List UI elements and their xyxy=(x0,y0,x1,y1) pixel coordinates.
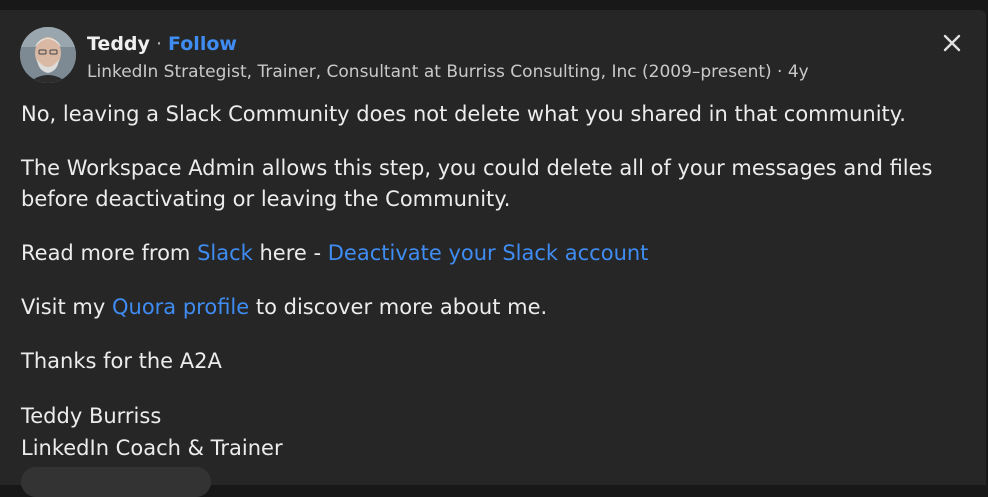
paragraph-3-middle: here - xyxy=(252,241,328,265)
paragraph-4-prefix: Visit my xyxy=(21,295,112,319)
signature: Teddy Burriss LinkedIn Coach & Trainer xyxy=(21,400,971,464)
answer-paragraph-4: Visit my Quora profile to discover more … xyxy=(21,292,971,323)
author-credential[interactable]: LinkedIn Strategist, Trainer, Consultant… xyxy=(87,61,809,83)
author-name-row: Teddy · Follow xyxy=(87,32,237,56)
signature-name: Teddy Burriss xyxy=(21,404,162,428)
paragraph-4-suffix: to discover more about me. xyxy=(249,295,548,319)
answer-card: Teddy · Follow LinkedIn Strategist, Trai… xyxy=(0,10,986,497)
answer-paragraph-5: Thanks for the A2A xyxy=(21,349,222,373)
close-icon xyxy=(943,34,961,52)
answer-paragraph-3: Read more from Slack here - Deactivate y… xyxy=(21,238,971,269)
answer-content: No, leaving a Slack Community does not d… xyxy=(21,99,971,464)
avatar-photo xyxy=(20,27,76,83)
follow-button[interactable]: Follow xyxy=(168,33,237,55)
close-button[interactable] xyxy=(940,31,964,55)
slack-link[interactable]: Slack xyxy=(197,241,253,265)
author-name[interactable]: Teddy xyxy=(87,33,150,55)
action-bar-pill[interactable] xyxy=(21,467,211,497)
paragraph-3-prefix: Read more from xyxy=(21,241,198,265)
author-avatar[interactable] xyxy=(20,27,76,83)
answer-paragraph-2: The Workspace Admin allows this step, yo… xyxy=(21,156,933,211)
quora-profile-link[interactable]: Quora profile xyxy=(112,295,249,319)
answer-paragraph-1: No, leaving a Slack Community does not d… xyxy=(21,102,906,126)
name-separator: · xyxy=(149,33,169,55)
signature-title: LinkedIn Coach & Trainer xyxy=(21,436,283,460)
deactivate-account-link[interactable]: Deactivate your Slack account xyxy=(328,241,649,265)
